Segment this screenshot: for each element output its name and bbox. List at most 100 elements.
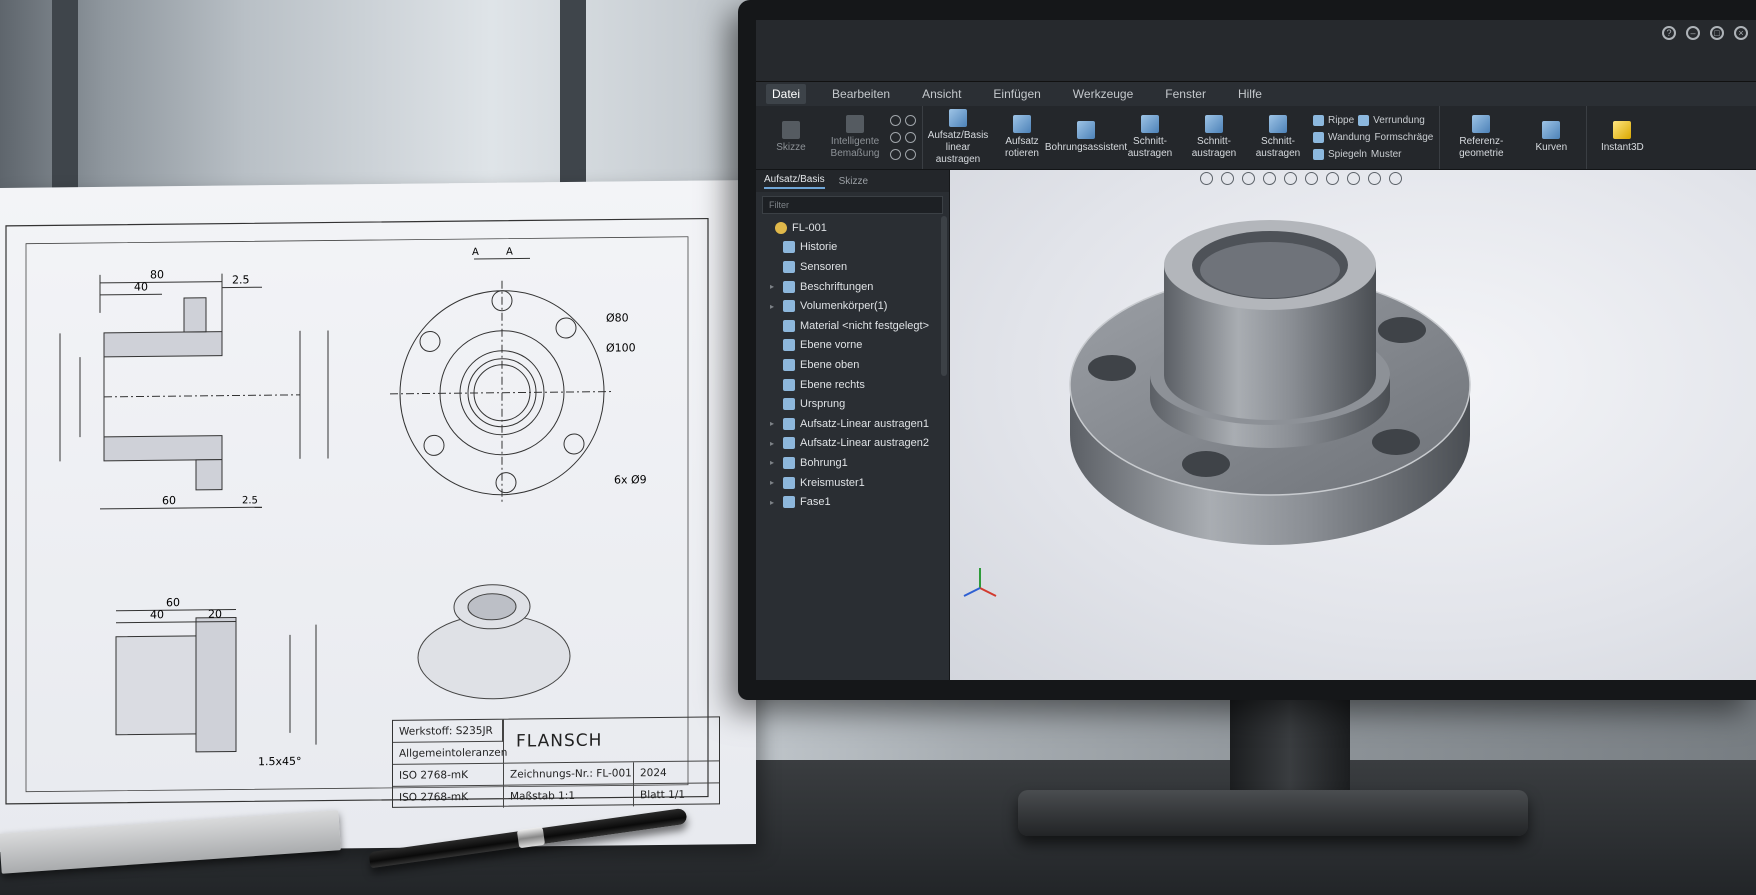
instant3d-button[interactable]: Instant3D: [1593, 121, 1651, 154]
mirror-button[interactable]: Spiegeln Muster: [1313, 149, 1433, 160]
sketch-button[interactable]: Skizze: [762, 121, 820, 154]
graphics-viewport[interactable]: [950, 170, 1756, 680]
tree-item[interactable]: ▸ Beschriftungen: [762, 277, 949, 297]
tree-item[interactable]: Ebene oben: [762, 355, 949, 375]
reference-geometry-label: Referenz-geometrie: [1459, 136, 1504, 159]
expand-arrow-icon[interactable]: ▸: [770, 458, 778, 467]
feature-icon: [775, 221, 787, 234]
dim-text: 40: [150, 608, 164, 621]
menu-datei[interactable]: Datei: [766, 84, 807, 104]
restore-icon[interactable]: □: [1710, 26, 1724, 40]
reference-geometry-button[interactable]: Referenz-geometrie: [1446, 115, 1516, 160]
tree-item[interactable]: ▸ Volumenkörper(1): [762, 296, 949, 316]
tree-root-part[interactable]: FL-001: [762, 218, 949, 238]
menu-fenster[interactable]: Fenster: [1159, 84, 1212, 104]
feature-icon: [783, 300, 795, 313]
menu-werkzeuge[interactable]: Werkzeuge: [1067, 84, 1139, 104]
feature-icon: [783, 358, 795, 371]
tree-item-label: Kreismuster1: [800, 476, 865, 489]
minimize-icon[interactable]: –: [1686, 26, 1700, 40]
expand-arrow-icon[interactable]: ▸: [770, 282, 778, 291]
expand-arrow-icon[interactable]: ▸: [770, 419, 778, 428]
dim-text: 2.5: [242, 495, 258, 506]
window-frame: [52, 0, 78, 200]
fillet-label: Verrundung: [1373, 115, 1425, 126]
sketch-label: Skizze: [776, 142, 806, 153]
offset-tool[interactable]: [890, 132, 916, 143]
shell-button[interactable]: Wandung Formschräge: [1313, 132, 1433, 143]
material-cell: Werkstoff: S235JR: [393, 719, 503, 743]
menu-bearbeiten[interactable]: Bearbeiten: [826, 84, 896, 104]
help-icon[interactable]: ?: [1662, 26, 1676, 40]
tree-item[interactable]: Ursprung: [762, 394, 949, 414]
draft-label: Formschräge: [1374, 132, 1434, 143]
cut-extrude-button[interactable]: Schnitt-austragen: [1121, 115, 1179, 160]
cut-revolve-button[interactable]: Schnitt-austragen: [1185, 115, 1243, 160]
drawing-number: Zeichnungs-Nr.: FL-001: [503, 762, 633, 786]
trim-icon: [905, 132, 916, 143]
instant3d-icon: [1613, 121, 1632, 139]
tree-item[interactable]: Historie: [762, 238, 949, 258]
tab-aufsatz-basis[interactable]: Aufsatz/Basis: [764, 174, 825, 189]
circle-tool[interactable]: [890, 115, 916, 126]
menu-einfuegen[interactable]: Einfügen: [987, 84, 1046, 104]
cut-revolve-icon: [1205, 115, 1223, 133]
tab-skizze[interactable]: Skizze: [839, 176, 868, 187]
feature-icon: [783, 378, 795, 391]
cut-sweep-icon: [1269, 115, 1287, 133]
tree-item[interactable]: ▸ Aufsatz-Linear austragen2: [762, 434, 949, 454]
menu-ansicht[interactable]: Ansicht: [916, 84, 967, 104]
sketch-tools: [890, 115, 916, 160]
dim-text: 20: [208, 608, 222, 621]
arc-icon: [905, 115, 916, 126]
tree-item[interactable]: ▸ Aufsatz-Linear austragen1: [762, 414, 949, 434]
dim-text: 60: [162, 494, 176, 507]
feature-icon: [783, 456, 795, 469]
tolerance-label: Allgemeintoleranzen: [393, 741, 507, 765]
dim-text: Ø80: [606, 311, 629, 324]
window-controls: ? – □ ×: [1662, 26, 1748, 40]
boss-revolve-button[interactable]: Aufsatz rotieren: [993, 115, 1051, 160]
cut-sweep-button[interactable]: Schnitt-austragen: [1249, 115, 1307, 160]
circle-icon: [890, 115, 901, 126]
tree-item[interactable]: Sensoren: [762, 257, 949, 277]
sketch-icon: [782, 121, 800, 139]
panel-scrollbar[interactable]: [941, 216, 947, 376]
tree-item-label: Ebene rechts: [800, 378, 865, 391]
boss-extrude-button[interactable]: Aufsatz/Basis linear austragen: [928, 109, 988, 166]
tree-item[interactable]: ▸ Fase1: [762, 492, 949, 512]
ribbon-group-reference: Referenz-geometrie Kurven: [1440, 106, 1588, 169]
hole-wizard-button[interactable]: Bohrungsassistent: [1045, 121, 1127, 154]
tree-filter-input[interactable]: Filter: [762, 196, 943, 214]
feature-tree: FL-001 Historie Sensoren ▸ Beschriftungen ▸ Vo…: [756, 218, 949, 512]
drawing-title: FLANSCH: [503, 717, 719, 764]
dim-text: 80: [150, 268, 164, 281]
expand-arrow-icon[interactable]: ▸: [770, 478, 778, 487]
close-icon[interactable]: ×: [1734, 26, 1748, 40]
expand-arrow-icon[interactable]: ▸: [770, 439, 778, 448]
tree-item[interactable]: ▸ Bohrung1: [762, 453, 949, 473]
feature-icon: [783, 241, 795, 254]
menu-hilfe[interactable]: Hilfe: [1232, 84, 1268, 104]
tree-item[interactable]: Material <nicht festgelegt>: [762, 316, 949, 336]
smart-dimension-button[interactable]: Intelligente Bemaßung: [826, 115, 884, 160]
tree-item-label: Ebene oben: [800, 358, 860, 371]
section-mark: A: [472, 247, 479, 258]
tolerance-std: ISO 2768-mK: [399, 791, 468, 804]
ribbon-group-instant3d: Instant3D: [1587, 106, 1657, 169]
convert-tool[interactable]: [890, 149, 916, 160]
fillet-icon: [1358, 115, 1370, 126]
menu-bar: Datei Bearbeiten Ansicht Einfügen Werkze…: [756, 82, 1756, 106]
tolerance-std: ISO 2768-mK: [393, 763, 503, 787]
tree-item-label: Ursprung: [800, 398, 846, 411]
tree-item[interactable]: Ebene vorne: [762, 336, 949, 356]
tree-item[interactable]: ▸ Kreismuster1: [762, 473, 949, 493]
expand-arrow-icon[interactable]: ▸: [770, 498, 778, 507]
drawing-scale: Maßstab 1:1: [503, 784, 633, 808]
tree-item-label: Historie: [800, 241, 838, 254]
expand-arrow-icon[interactable]: ▸: [770, 302, 778, 311]
curves-button[interactable]: Kurven: [1522, 121, 1580, 154]
smart-dimension-label: Intelligente Bemaßung: [830, 136, 880, 159]
tree-item[interactable]: Ebene rechts: [762, 375, 949, 395]
rib-button[interactable]: Rippe Verrundung: [1313, 115, 1433, 126]
